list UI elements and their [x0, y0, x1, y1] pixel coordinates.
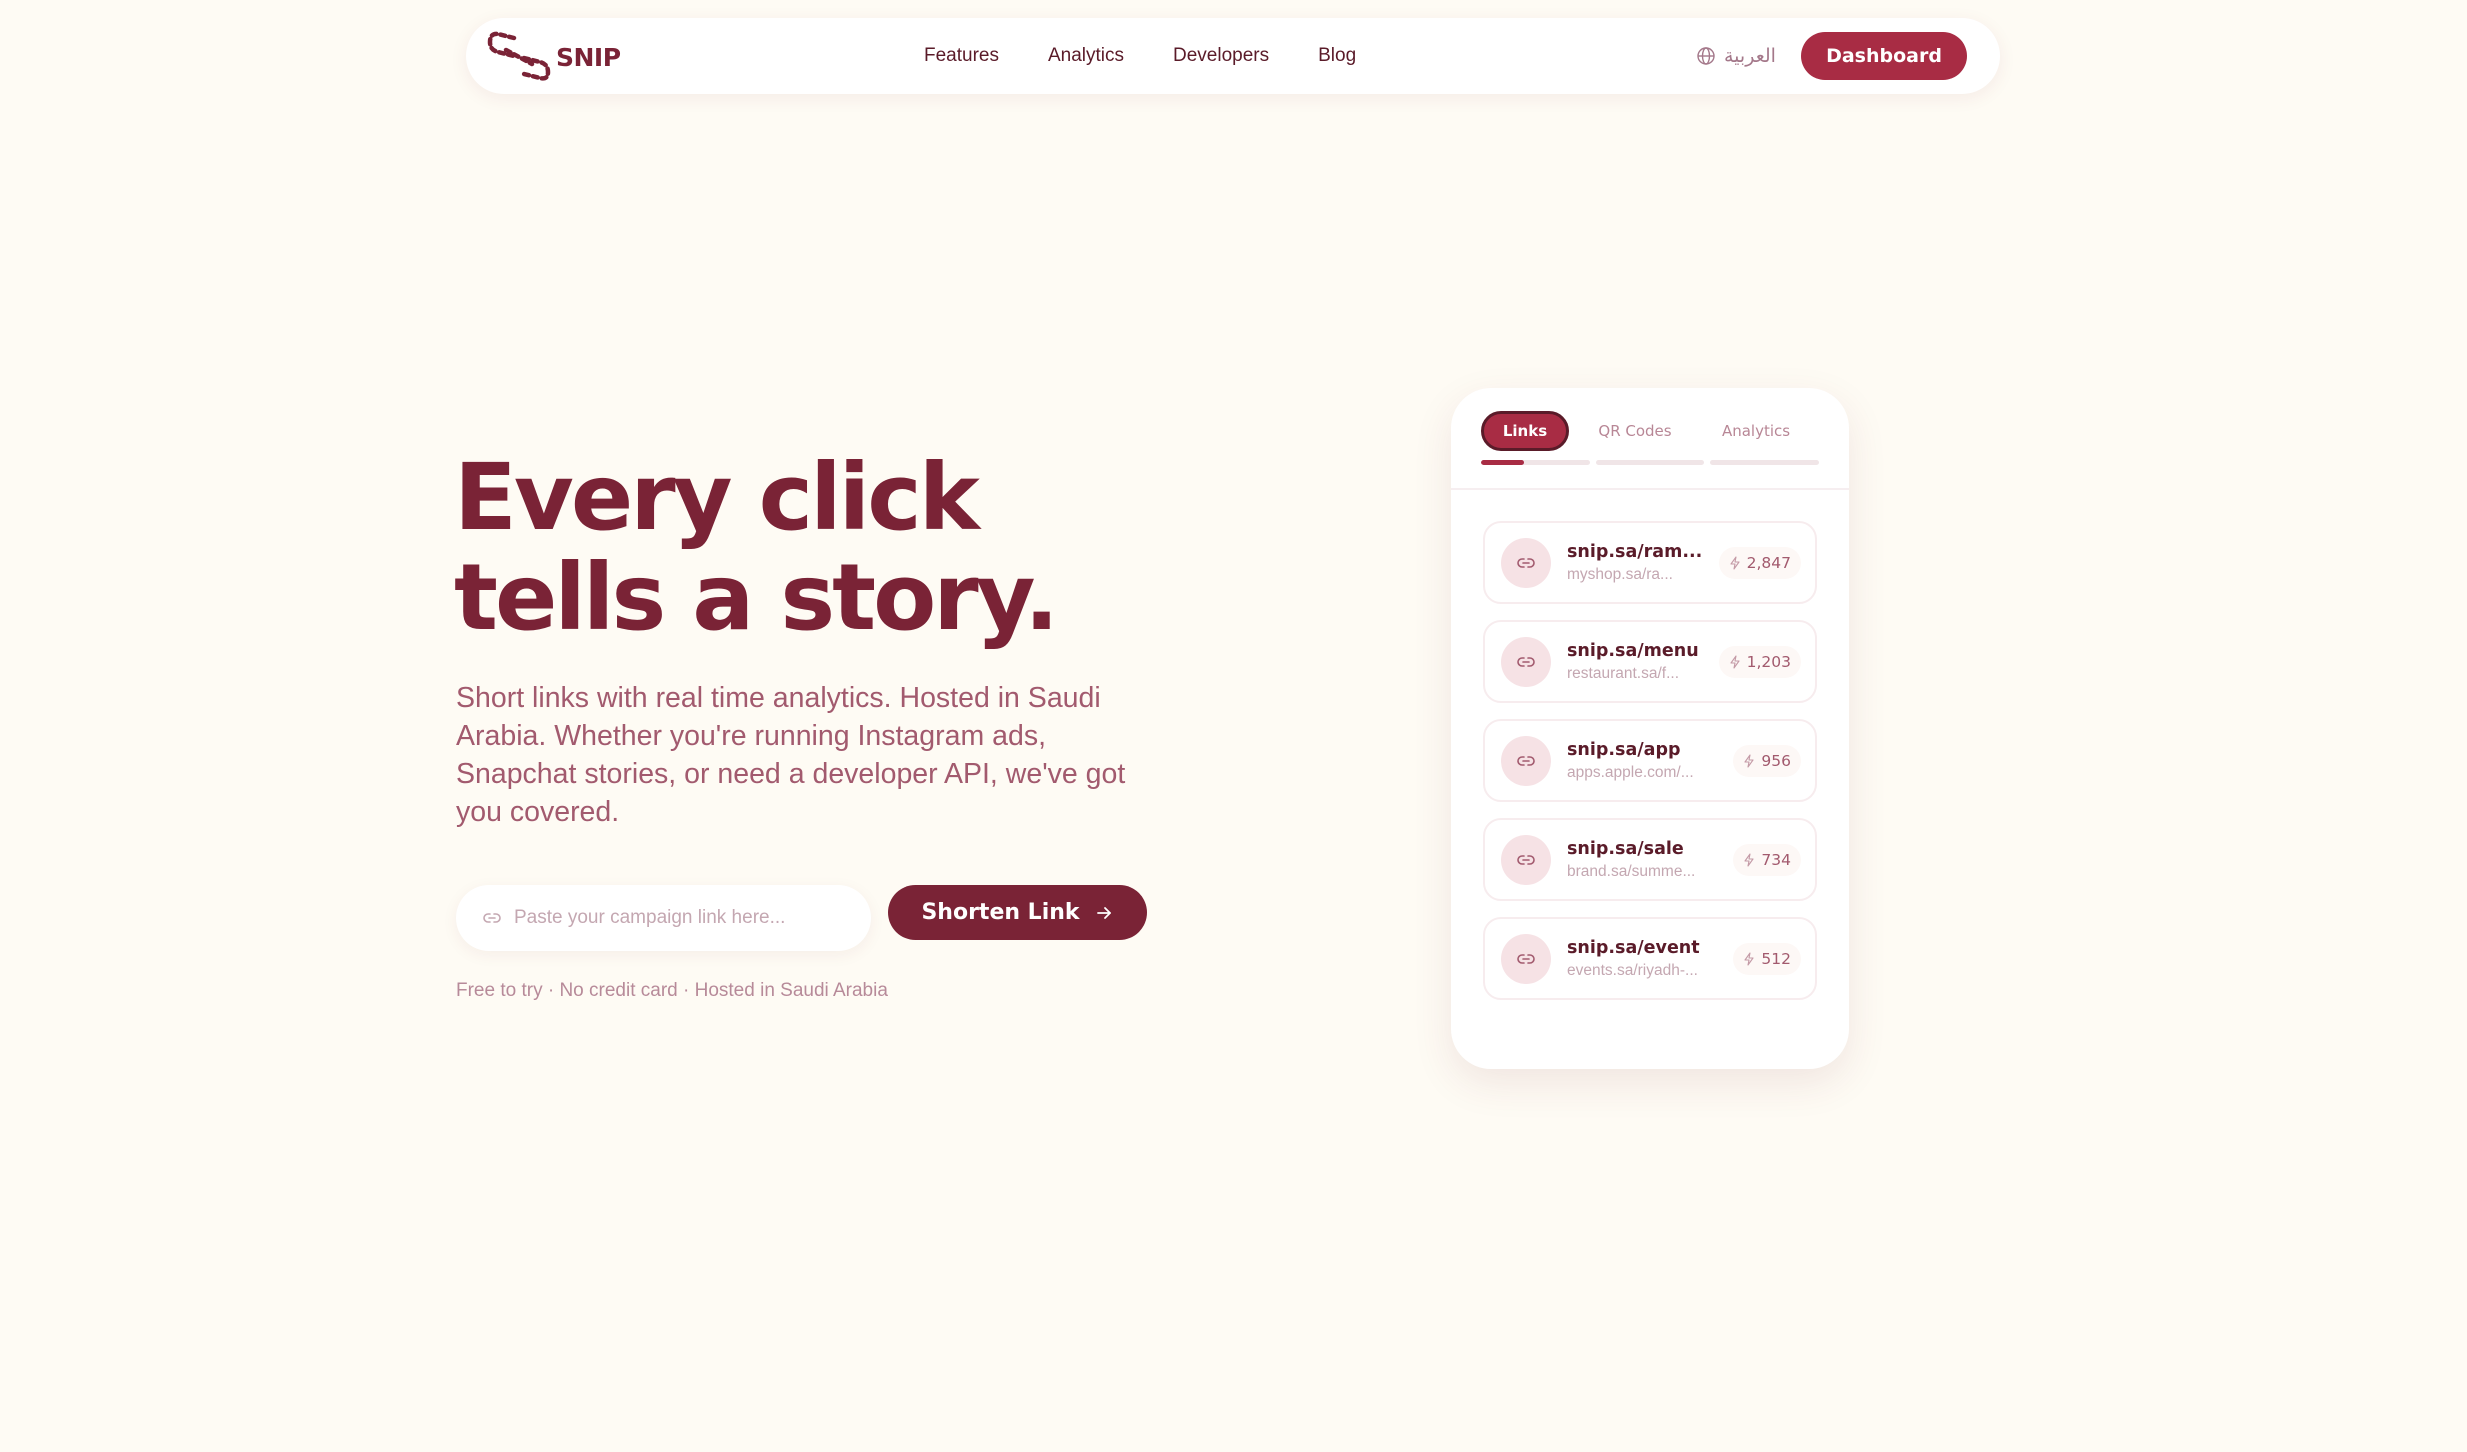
click-count-badge: 734: [1733, 844, 1801, 876]
hero-title: Every click tells a story.: [454, 448, 1254, 648]
bolt-icon: [1744, 853, 1754, 867]
list-item[interactable]: snip.sa/ram... myshop.sa/ra... 2,847: [1483, 521, 1817, 604]
progress-bar-analytics: [1710, 460, 1820, 465]
link-icon-badge: [1501, 537, 1551, 588]
hero-description: Short links with real time analytics. Ho…: [456, 682, 1126, 828]
list-item[interactable]: snip.sa/sale brand.sa/summe... 734: [1483, 818, 1817, 901]
link-icon: [483, 913, 501, 923]
language-label: العربية: [1724, 45, 1776, 67]
link-icon-badge: [1501, 636, 1551, 687]
link-text: snip.sa/event events.sa/riyadh-...: [1567, 937, 1717, 981]
bolt-icon: [1744, 952, 1754, 966]
link-icon: [1517, 953, 1535, 964]
link-icon-badge: [1501, 933, 1551, 984]
click-count-badge: 956: [1733, 745, 1801, 777]
link-icon: [1517, 755, 1535, 766]
shorten-link-button[interactable]: Shorten Link: [888, 885, 1147, 940]
list-item[interactable]: snip.sa/menu restaurant.sa/f... 1,203: [1483, 620, 1817, 703]
destination-url: events.sa/riyadh-...: [1567, 961, 1698, 979]
app-preview-card: Links QR Codes Analytics snip.sa/ram... …: [1451, 388, 1849, 1069]
short-link: snip.sa/ram...: [1567, 541, 1703, 562]
destination-url: myshop.sa/ra...: [1567, 565, 1673, 583]
link-text: snip.sa/app apps.apple.com/...: [1567, 739, 1717, 783]
logo[interactable]: SNIP: [484, 28, 621, 86]
link-icon: [1517, 557, 1535, 568]
bolt-icon: [1730, 556, 1740, 570]
short-link: snip.sa/sale: [1567, 838, 1684, 859]
click-count: 2,847: [1746, 554, 1791, 572]
divider: [1451, 488, 1849, 490]
arrow-right-icon: [1096, 906, 1111, 919]
shorten-link-label: Shorten Link: [921, 900, 1080, 925]
link-icon-badge: [1501, 735, 1551, 786]
nav-link-features[interactable]: Features: [924, 45, 999, 67]
link-text: snip.sa/sale brand.sa/summe...: [1567, 838, 1717, 882]
progress-bar-qr-codes: [1595, 460, 1705, 465]
destination-url: apps.apple.com/...: [1567, 763, 1694, 781]
click-count: 512: [1761, 950, 1791, 968]
hero-title-line2: tells a story.: [454, 544, 1059, 651]
destination-url: restaurant.sa/f...: [1567, 664, 1679, 682]
tab-qr-codes[interactable]: QR Codes: [1590, 411, 1680, 451]
short-link: snip.sa/menu: [1567, 640, 1699, 661]
click-count-badge: 2,847: [1718, 547, 1801, 579]
nav-links: Features Analytics Developers Blog: [924, 18, 1405, 94]
click-count: 734: [1761, 851, 1791, 869]
tab-links[interactable]: Links: [1481, 411, 1569, 451]
click-count-badge: 512: [1733, 943, 1801, 975]
globe-icon: [1697, 47, 1715, 65]
click-count: 1,203: [1746, 653, 1791, 671]
campaign-link-input[interactable]: [514, 907, 834, 929]
nav-link-blog[interactable]: Blog: [1318, 45, 1356, 67]
nav-link-analytics[interactable]: Analytics: [1048, 45, 1124, 67]
tab-analytics[interactable]: Analytics: [1710, 411, 1802, 451]
language-switcher[interactable]: العربية: [1696, 18, 1776, 94]
top-navbar: SNIP Features Analytics Developers Blog …: [466, 18, 2000, 94]
nav-link-developers[interactable]: Developers: [1173, 45, 1269, 67]
bolt-icon: [1744, 754, 1754, 768]
list-item[interactable]: snip.sa/event events.sa/riyadh-... 512: [1483, 917, 1817, 1000]
link-text: snip.sa/menu restaurant.sa/f...: [1567, 640, 1717, 684]
progress-bar-links: [1481, 460, 1590, 465]
link-icon: [1517, 656, 1535, 667]
brand-name: SNIP: [556, 42, 621, 72]
click-count-badge: 1,203: [1718, 646, 1801, 678]
preview-tabs: Links QR Codes Analytics: [1481, 408, 1821, 454]
short-link: snip.sa/app: [1567, 739, 1681, 760]
link-text: snip.sa/ram... myshop.sa/ra...: [1567, 541, 1717, 585]
hero-title-line1: Every click: [454, 444, 980, 551]
links-list: snip.sa/ram... myshop.sa/ra... 2,847 sni…: [1483, 521, 1817, 1016]
destination-url: brand.sa/summe...: [1567, 862, 1696, 880]
list-item[interactable]: snip.sa/app apps.apple.com/... 956: [1483, 719, 1817, 802]
bolt-icon: [1730, 655, 1740, 669]
short-link: snip.sa/event: [1567, 937, 1700, 958]
page: SNIP Features Analytics Developers Blog …: [0, 0, 2467, 1452]
link-icon-badge: [1501, 834, 1551, 885]
tab-progress: [1481, 460, 1820, 465]
link-input-container: [456, 885, 871, 951]
chain-link-logo-icon: [487, 31, 551, 81]
dashboard-button[interactable]: Dashboard: [1801, 32, 1967, 80]
click-count: 956: [1761, 752, 1791, 770]
link-icon: [1517, 854, 1535, 865]
hero-note: Free to try · No credit card · Hosted in…: [456, 980, 888, 1001]
